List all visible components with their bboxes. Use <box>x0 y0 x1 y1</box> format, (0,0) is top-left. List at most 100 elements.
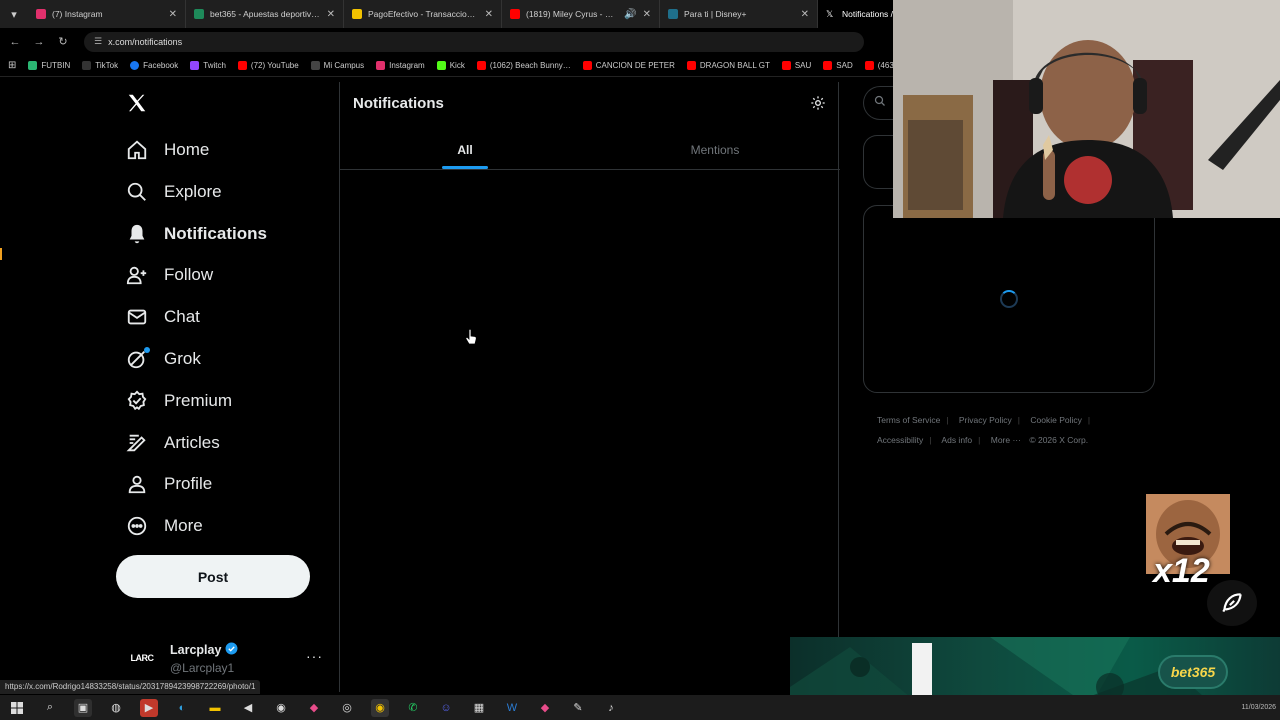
sidebar-item-chat[interactable]: Chat <box>126 297 200 337</box>
windows-start-icon[interactable] <box>8 699 26 717</box>
apps-icon[interactable]: ⊞ <box>8 60 16 71</box>
bookmark-twitch[interactable]: Twitch <box>190 61 226 70</box>
premium-card <box>863 135 895 189</box>
footer-links: Terms of Service | Privacy Policy | Cookie… <box>877 410 1147 450</box>
close-icon[interactable]: ✕ <box>801 9 809 20</box>
footer-link-privacy[interactable]: Privacy Policy <box>959 415 1012 425</box>
sidebar-item-home[interactable]: Home <box>126 130 209 170</box>
bookmark-youtube[interactable]: (72) YouTube <box>237 61 299 70</box>
close-icon[interactable]: ✕ <box>169 9 177 20</box>
capcut-icon[interactable]: ◀ <box>239 699 257 717</box>
bookmark-futbin[interactable]: FUTBIN <box>28 61 70 70</box>
youtube-icon <box>781 61 791 70</box>
profile-icon <box>126 473 148 495</box>
feather-icon[interactable] <box>1207 580 1257 626</box>
reload-icon[interactable]: ↻ <box>56 35 70 48</box>
tab-search-icon[interactable]: ▾ <box>0 0 28 28</box>
youtube-icon <box>582 61 592 70</box>
verified-badge-icon <box>225 642 238 658</box>
account-menu-icon[interactable]: ··· <box>306 648 323 664</box>
bookmark-facebook[interactable]: Facebook <box>130 61 178 70</box>
notifications-column: Notifications All Mentions <box>339 82 840 692</box>
bookmark-kick[interactable]: Kick <box>436 61 465 70</box>
close-icon[interactable]: ✕ <box>485 9 493 20</box>
search-icon[interactable]: ⌕ <box>41 699 59 717</box>
browser-tab[interactable]: (7) Instagram ✕ <box>28 0 186 28</box>
browser-tab[interactable]: (1819) Miley Cyrus - Party In… 🔊 ✕ <box>502 0 660 28</box>
bookmark-cancion-de-peter[interactable]: CANCION DE PETER <box>582 61 675 70</box>
bookmark-sau[interactable]: SAU <box>781 61 811 70</box>
meme-multiplier: x12 <box>1153 552 1210 590</box>
x-logo-icon[interactable] <box>126 90 148 121</box>
bookmark-dragon-ball-gt[interactable]: DRAGON BALL GT <box>686 61 770 70</box>
bookmark-sad[interactable]: SAD <box>823 61 853 70</box>
footer-separator: | <box>1087 415 1091 425</box>
tab-mentions[interactable]: Mentions <box>590 130 840 169</box>
footer-copyright: © 2026 X Corp. <box>1029 435 1089 445</box>
more-icon <box>126 515 148 537</box>
store-icon[interactable]: ▣ <box>74 698 92 717</box>
address-bar[interactable]: ☰ x.com/notifications <box>84 31 864 52</box>
footer-separator: | <box>1017 415 1021 425</box>
sidebar-item-more[interactable]: More <box>126 506 203 546</box>
browser-tab[interactable]: bet365 - Apuestas deportivas en… ✕ <box>186 0 344 28</box>
tab-all[interactable]: All <box>340 130 590 169</box>
bookmark-mi-campus[interactable]: Mi Campus <box>310 61 364 70</box>
gear-icon[interactable] <box>810 95 826 116</box>
sidebar-item-articles[interactable]: Articles <box>126 423 220 463</box>
edge-icon[interactable]: ◐ <box>173 699 191 717</box>
account-name: Larcplay <box>170 642 238 658</box>
bookmark-instagram[interactable]: Instagram <box>376 61 425 70</box>
post-button[interactable]: Post <box>116 555 310 598</box>
bet365-logo: bet365 <box>1158 655 1228 689</box>
link-preview-url: https://x.com/Rodrigo14833258/status/203… <box>0 680 261 694</box>
close-icon[interactable]: ✕ <box>643 9 651 20</box>
obs-icon[interactable]: ◎ <box>338 699 356 717</box>
folder-icon[interactable]: ▬ <box>206 699 224 717</box>
youtube-icon <box>237 61 247 70</box>
browser-tab[interactable]: PagoEfectivo - Transacciones Se… ✕ <box>344 0 502 28</box>
app2-icon[interactable]: ◆ <box>536 699 554 717</box>
tiktok-icon[interactable]: ♪ <box>602 699 620 717</box>
footer-link-cookie[interactable]: Cookie Policy <box>1030 415 1082 425</box>
whatsapp-icon[interactable]: ✆ <box>404 699 422 717</box>
calculator-icon[interactable]: ▦ <box>470 699 488 717</box>
footer-link-more[interactable]: More ··· <box>991 435 1021 445</box>
follow-icon <box>126 264 148 286</box>
app-icon[interactable]: ◆ <box>305 699 323 717</box>
steam-icon[interactable]: ◉ <box>272 699 290 717</box>
media-app-icon[interactable]: ▶ <box>140 698 158 717</box>
sidebar-item-follow[interactable]: Follow <box>126 255 213 295</box>
grok-icon <box>126 347 150 370</box>
forward-icon[interactable]: → <box>32 36 46 48</box>
back-icon[interactable]: ← <box>8 36 22 48</box>
kick-icon <box>436 61 446 70</box>
tiktok-icon <box>82 61 92 70</box>
discord-icon[interactable]: ☺ <box>437 699 455 717</box>
edge-indicator <box>0 248 2 260</box>
sidebar-item-premium[interactable]: Premium <box>126 381 232 421</box>
browser-tab[interactable]: Para ti | Disney+ ✕ <box>660 0 818 28</box>
notes-icon[interactable]: ✎ <box>569 699 587 717</box>
youtube-icon <box>510 9 520 19</box>
speaker-icon[interactable]: 🔊 <box>624 9 636 20</box>
footer-separator: | <box>978 435 981 445</box>
account-switcher[interactable]: LARC Larcplay @Larcplay1 ··· <box>128 638 328 678</box>
site-info-icon[interactable]: ☰ <box>94 36 102 47</box>
gamepad-icon[interactable]: ◍ <box>107 699 125 717</box>
sidebar-item-grok[interactable]: Grok <box>126 339 201 379</box>
footer-link-ads-info[interactable]: Ads info <box>941 435 972 445</box>
word-icon[interactable]: W <box>503 699 521 717</box>
webcam-overlay <box>893 0 1280 218</box>
sidebar-item-profile[interactable]: Profile <box>126 464 212 504</box>
bell-icon <box>126 223 148 245</box>
footer-link-terms[interactable]: Terms of Service <box>877 415 940 425</box>
chrome-icon[interactable]: ◉ <box>371 698 389 717</box>
sidebar-item-notifications[interactable]: Notifications <box>126 214 267 254</box>
bookmark-beach-bunny[interactable]: (1062) Beach Bunny… <box>476 61 571 70</box>
footer-link-accessibility[interactable]: Accessibility <box>877 435 923 445</box>
unread-dot <box>144 347 150 353</box>
close-icon[interactable]: ✕ <box>327 9 335 20</box>
bookmark-tiktok[interactable]: TikTok <box>82 61 118 70</box>
sidebar-item-explore[interactable]: Explore <box>126 172 222 212</box>
